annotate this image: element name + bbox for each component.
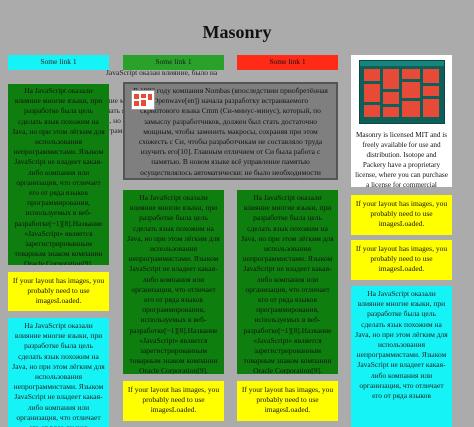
card-text: If your layout has images, you probably … — [127, 385, 220, 415]
card-text: If your layout has images, you probably … — [355, 244, 448, 274]
masonry-thumbnail-icon — [131, 90, 155, 110]
text-card-green: На JavaScript оказали влияние многие язы… — [123, 190, 224, 374]
text-card-gray: В 1992 году компания Nombas (впоследстви… — [123, 82, 338, 180]
masonry-preview-image — [358, 60, 445, 124]
card-text: На JavaScript оказали влияние многие язы… — [355, 289, 448, 401]
card-text: На JavaScript оказали влияние многие язы… — [12, 86, 105, 265]
card-text: На JavaScript оказали влияние многие язы… — [241, 193, 334, 374]
text-card-green: На JavaScript оказали влияние многие язы… — [237, 190, 338, 374]
card-text: Masonry is licensed MIT and is freely av… — [355, 131, 448, 187]
card-text: В 1992 году компания Nombas (впоследстви… — [133, 86, 328, 178]
card-text: If your layout has images, you probably … — [241, 385, 334, 415]
link-bar-1[interactable]: Some link 1 — [8, 55, 109, 70]
text-card-yellow: If your layout has images, you probably … — [351, 195, 452, 235]
card-text: If your layout has images, you probably … — [355, 199, 448, 229]
text-card-yellow: If your layout has images, you probably … — [351, 240, 452, 280]
link-bar-2[interactable]: Some link 1 — [123, 55, 224, 70]
text-card-yellow: If your layout has images, you probably … — [8, 272, 109, 311]
card-text: If your layout has images, you probably … — [12, 276, 105, 306]
text-card-yellow: If your layout has images, you probably … — [237, 381, 338, 421]
info-card-license: Masonry is licensed MIT and is freely av… — [351, 55, 452, 187]
masonry-demo-page: Masonry JavaScript оказан влияние, было … — [0, 0, 474, 427]
text-card-yellow: If your layout has images, you probably … — [123, 381, 224, 421]
card-text: На JavaScript оказали влияние многие язы… — [12, 321, 105, 427]
text-card-cyan: На JavaScript оказали влияние многие язы… — [351, 286, 452, 427]
text-card-green: На JavaScript оказали влияние многие язы… — [8, 84, 109, 265]
card-text: На JavaScript оказали влияние многие язы… — [127, 193, 220, 374]
text-card-cyan: На JavaScript оказали влияние многие язы… — [8, 318, 109, 427]
page-title: Masonry — [202, 22, 272, 42]
link-bar-3[interactable]: Some link 1 — [237, 55, 338, 70]
